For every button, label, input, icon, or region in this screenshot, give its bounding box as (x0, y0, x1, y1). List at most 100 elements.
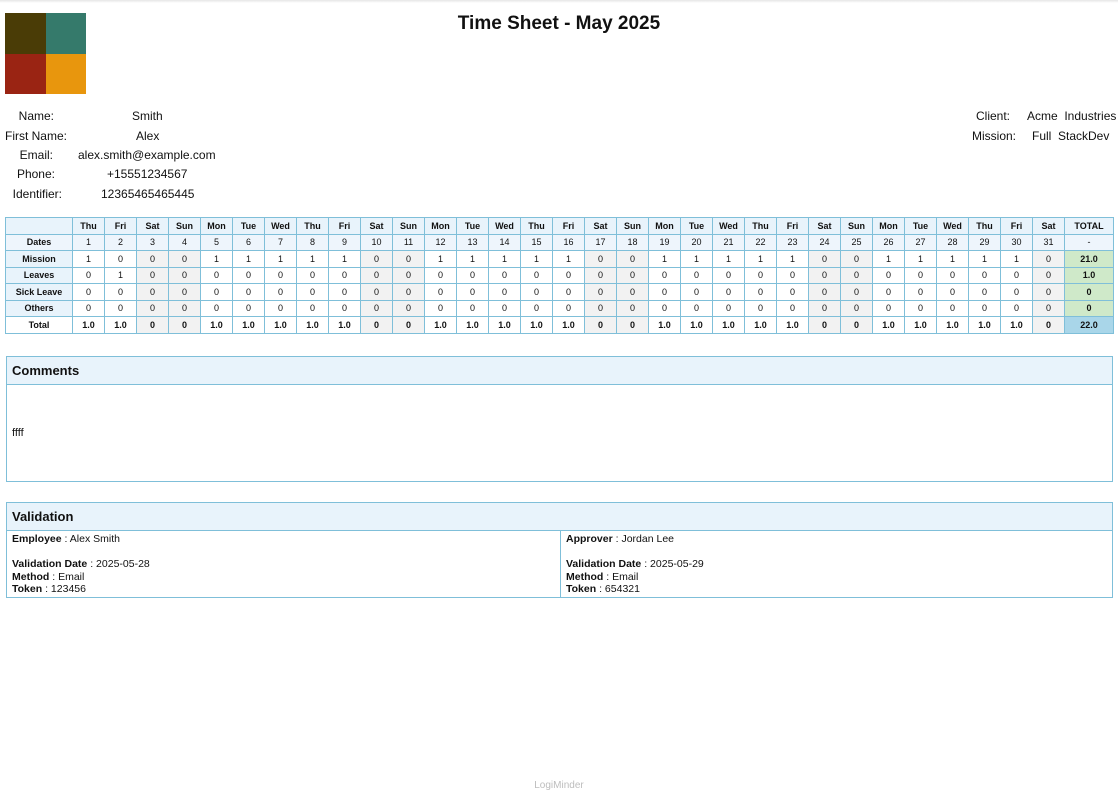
table-cell: 0 (72, 266, 105, 284)
date-cell: 1 (72, 233, 105, 251)
table-cell: 0 (616, 299, 649, 317)
table-cell: 0 (712, 266, 745, 284)
table-cell: 0 (136, 266, 169, 284)
table-cell: 0 (360, 283, 393, 301)
total-cell: 1.0 (104, 316, 137, 334)
footer-brand: LogiMinder (534, 780, 584, 791)
email-label: Email: (19, 148, 53, 162)
table-cell: 0 (296, 266, 329, 284)
table-cell: 0 (168, 283, 201, 301)
mission-label: Mission: (971, 129, 1016, 143)
total-cell: 1.0 (1000, 316, 1033, 334)
table-cell: 0 (104, 299, 137, 317)
table-cell: 0 (840, 266, 873, 284)
total-row: Total 1.0 1.0 0 0 1.0 1.0 1.0 1.0 1.0 0 0 1.0 1.0 1.0 1… (5, 316, 1114, 334)
table-cell: 0 (360, 266, 393, 284)
date-cell: 19 (648, 233, 681, 251)
table-cell: 0 (136, 250, 169, 268)
table-cell: 0 (936, 283, 969, 301)
employee-signer-name: Alex Smith (69, 533, 120, 545)
name-label: Name: (18, 109, 54, 123)
table-row: Leaves 0 1 0 0 0 0 0 0 0 0 0 0 0 0 0 0 0 0 0 0 0 0 0 0 0 0 0 0 0 0 0 1.0 (5, 266, 1114, 284)
table-cell: 1 (296, 250, 329, 268)
date-cell: 28 (936, 233, 969, 251)
table-header-row: Thu Fri Sat Sun Mon Tue Wed Thu Fri Sat Sun Mon Tue W… (5, 217, 1114, 235)
date-cell: 26 (872, 233, 905, 251)
table-cell: 1 (712, 250, 745, 268)
day-header: Sat (1032, 217, 1065, 235)
table-cell: 0 (488, 299, 521, 317)
table-cell: 0 (424, 266, 457, 284)
total-cell: 1.0 (200, 316, 233, 334)
table-cell: 0 (104, 250, 137, 268)
total-cell: 1.0 (232, 316, 265, 334)
total-cell: 1.0 (328, 316, 361, 334)
table-cell: 0 (392, 250, 425, 268)
day-header: Thu (72, 217, 105, 235)
table-cell: 0 (72, 283, 105, 301)
table-cell: 0 (648, 283, 681, 301)
date-cell: 11 (392, 233, 425, 251)
total-cell: 1.0 (904, 316, 937, 334)
table-cell: 0 (808, 250, 841, 268)
table-cell: 1 (552, 250, 585, 268)
total-cell: 1.0 (264, 316, 297, 334)
table-cell: 0 (488, 266, 521, 284)
day-header: Thu (296, 217, 329, 235)
total-cell: 0 (584, 316, 617, 334)
table-row: Mission 1 0 0 0 1 1 1 1 1 0 0 1 1 1 1 1 0 0 1 1 1 1 1 0 0 1 1 1 1 1 0 21… (5, 250, 1114, 268)
table-cell: 0 (136, 299, 169, 317)
date-cell: 18 (616, 233, 649, 251)
table-cell: 0 (456, 266, 489, 284)
date-cell: 31 (1032, 233, 1065, 251)
table-cell: 0 (392, 266, 425, 284)
table-cell: 0 (328, 299, 361, 317)
method-label: Method (566, 570, 604, 583)
date-cell: 6 (232, 233, 265, 251)
table-cell: 0 (168, 299, 201, 317)
first-name-label: First Name: (4, 129, 67, 143)
table-cell: 0 (296, 299, 329, 317)
table-cell: 0 (264, 283, 297, 301)
table-cell: 1 (936, 250, 969, 268)
date-cell: 4 (168, 233, 201, 251)
date-cell: 14 (488, 233, 521, 251)
day-header: Tue (456, 217, 489, 235)
date-cell: 25 (840, 233, 873, 251)
table-cell: 0 (872, 299, 905, 317)
approver-validation-signer: Approver : Jordan Lee (566, 533, 674, 545)
table-cell: 0 (616, 283, 649, 301)
day-header: Wed (264, 217, 297, 235)
date-cell: 12 (424, 233, 457, 251)
day-header: Mon (200, 217, 233, 235)
table-cell: 0 (1000, 266, 1033, 284)
table-cell: 0 (392, 299, 425, 317)
day-header: Wed (936, 217, 969, 235)
table-cell: 0 (456, 283, 489, 301)
phone-label: Phone: (16, 167, 55, 181)
day-header: Fri (552, 217, 585, 235)
total-cell: 1.0 (520, 316, 553, 334)
method-label: Method (12, 570, 50, 583)
table-cell: 1 (488, 250, 521, 268)
table-cell: 0 (872, 283, 905, 301)
table-cell: 0 (840, 250, 873, 268)
row-label: Dates (5, 233, 73, 251)
row-label: Others (5, 299, 73, 317)
table-cell: 1 (200, 250, 233, 268)
day-header: Sun (616, 217, 649, 235)
table-cell: 0 (744, 283, 777, 301)
table-cell: 0 (808, 266, 841, 284)
timesheet-table: Thu Fri Sat Sun Mon Tue Wed Thu Fri Sat Sun Mon Tue W… (5, 217, 1114, 334)
client-label: Client: (975, 109, 1010, 123)
table-cell: 0 (872, 266, 905, 284)
day-header: Wed (488, 217, 521, 235)
table-cell: 0 (648, 266, 681, 284)
day-header: Tue (680, 217, 713, 235)
table-cell: 0 (904, 266, 937, 284)
total-cell: 1.0 (72, 316, 105, 334)
table-cell: 0 (328, 283, 361, 301)
table-cell: 0 (424, 299, 457, 317)
table-cell: 0 (616, 266, 649, 284)
table-cell: 0 (200, 283, 233, 301)
